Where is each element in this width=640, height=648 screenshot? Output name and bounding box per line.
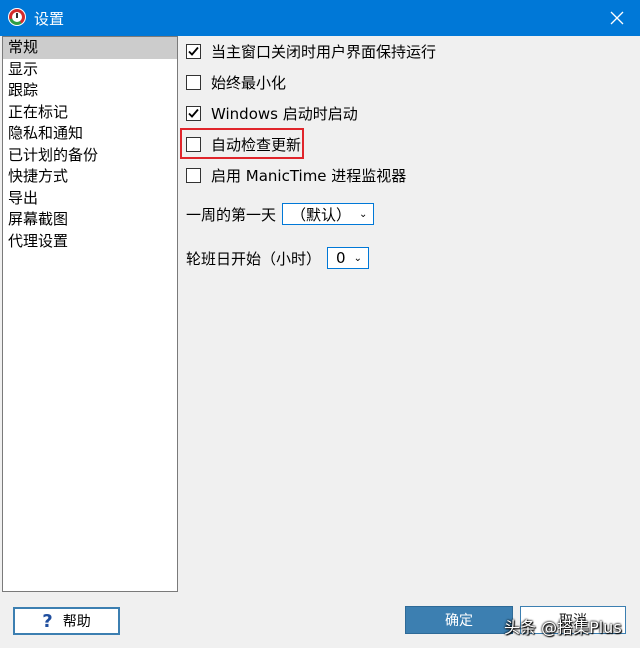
sidebar-item-shortcuts[interactable]: 快捷方式 xyxy=(3,166,177,188)
week-start-select[interactable]: （默认） ⌄ xyxy=(282,203,375,225)
sidebar-item-privacy[interactable]: 隐私和通知 xyxy=(3,123,177,145)
window-title: 设置 xyxy=(34,10,65,28)
option-always-minimize[interactable]: 始终最小化 xyxy=(186,70,286,94)
close-button[interactable] xyxy=(594,0,640,36)
shift-start-select[interactable]: 0 ⌄ xyxy=(327,247,369,269)
keep-running-checkbox[interactable] xyxy=(186,43,201,59)
process-monitor-label: 启用 ManicTime 进程监视器 xyxy=(211,166,407,185)
watermark: 头条 @搭集Plus xyxy=(504,618,622,637)
checkmark-icon xyxy=(188,46,199,56)
shift-start-value: 0 xyxy=(336,249,346,267)
chevron-down-icon: ⌄ xyxy=(359,208,368,220)
ok-button[interactable]: 确定 xyxy=(405,606,513,634)
auto-update-checkbox[interactable] xyxy=(186,136,201,152)
close-icon xyxy=(610,11,624,25)
checkmark-icon xyxy=(188,108,199,118)
sidebar-item-general[interactable]: 常规 xyxy=(3,37,177,59)
start-with-windows-checkbox[interactable] xyxy=(186,105,201,121)
start-with-windows-label: Windows 启动时启动 xyxy=(211,104,358,123)
keep-running-label: 当主窗口关闭时用户界面保持运行 xyxy=(211,42,437,61)
option-keep-running[interactable]: 当主窗口关闭时用户界面保持运行 xyxy=(186,39,436,63)
auto-update-label: 自动检查更新 xyxy=(211,135,302,154)
process-monitor-checkbox[interactable] xyxy=(186,167,201,183)
week-start-label: 一周的第一天 xyxy=(186,205,277,224)
option-start-with-windows[interactable]: Windows 启动时启动 xyxy=(186,101,358,125)
shift-start-row: 轮班日开始（小时） 0 ⌄ xyxy=(186,247,369,269)
option-auto-update[interactable]: 自动检查更新 xyxy=(186,132,301,156)
sidebar-item-tagging[interactable]: 正在标记 xyxy=(3,102,177,124)
settings-sidebar: 常规 显示 跟踪 正在标记 隐私和通知 已计划的备份 快捷方式 导出 屏幕截图 … xyxy=(2,36,178,592)
sidebar-item-export[interactable]: 导出 xyxy=(3,188,177,210)
manictime-icon xyxy=(8,8,26,26)
sidebar-item-screenshots[interactable]: 屏幕截图 xyxy=(3,209,177,231)
question-icon: ? xyxy=(42,610,53,632)
week-start-value: （默认） xyxy=(291,205,352,224)
chevron-down-icon: ⌄ xyxy=(353,252,362,264)
week-start-row: 一周的第一天 （默认） ⌄ xyxy=(186,203,375,225)
sidebar-item-display[interactable]: 显示 xyxy=(3,59,177,81)
title-bar: 设置 xyxy=(0,0,640,36)
ok-button-label: 确定 xyxy=(445,613,473,629)
sidebar-item-tracking[interactable]: 跟踪 xyxy=(3,80,177,102)
always-minimize-label: 始终最小化 xyxy=(211,73,287,92)
always-minimize-checkbox[interactable] xyxy=(186,74,201,90)
help-button-label: 帮助 xyxy=(62,614,91,630)
option-process-monitor[interactable]: 启用 ManicTime 进程监视器 xyxy=(186,163,406,187)
help-button[interactable]: ? 帮助 xyxy=(13,607,120,635)
sidebar-item-proxy[interactable]: 代理设置 xyxy=(3,231,177,253)
sidebar-item-backups[interactable]: 已计划的备份 xyxy=(3,145,177,167)
shift-start-label: 轮班日开始（小时） xyxy=(186,249,322,268)
